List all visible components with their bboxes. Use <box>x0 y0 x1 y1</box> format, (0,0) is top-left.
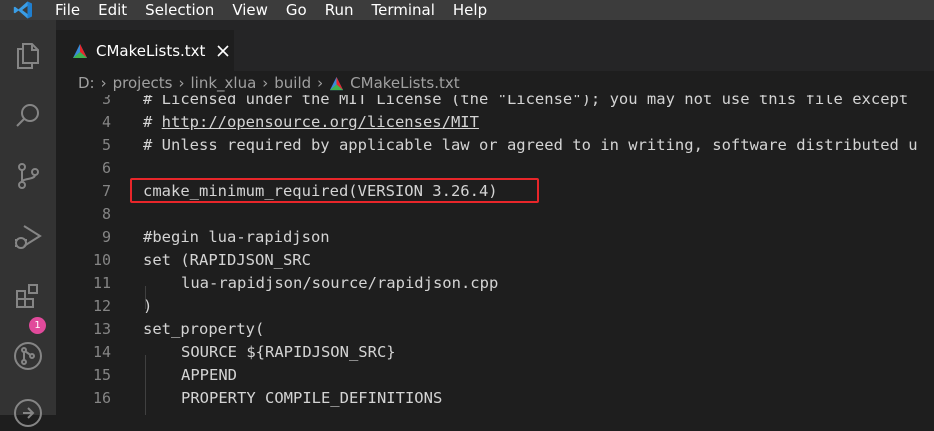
line-number: 11 <box>92 274 111 292</box>
code-line: 15 APPEND <box>56 364 934 387</box>
extensions-badge: 1 <box>29 317 46 334</box>
breadcrumb-projects[interactable]: projects <box>113 74 173 92</box>
code-line: 6 <box>56 157 934 180</box>
git-graph-icon[interactable] <box>10 338 46 374</box>
menu-run[interactable]: Run <box>316 0 363 20</box>
code-line: 10 set (RAPIDJSON_SRC <box>56 249 934 272</box>
breadcrumb-build[interactable]: build <box>274 74 311 92</box>
line-number: 15 <box>92 366 111 384</box>
chevron-right-icon: › <box>317 74 324 92</box>
chevron-right-icon: › <box>100 74 107 92</box>
menu-terminal[interactable]: Terminal <box>363 0 444 20</box>
line-number: 3 <box>101 95 111 108</box>
cmake-file-icon <box>72 43 88 59</box>
run-debug-icon[interactable] <box>10 218 46 254</box>
line-number: 7 <box>101 182 111 200</box>
activity-bar: 1 <box>0 20 56 427</box>
cmake-file-icon <box>329 76 344 91</box>
line-text: SOURCE ${RAPIDJSON_SRC} <box>181 343 396 361</box>
line-text: # Unless required by applicable law or a… <box>143 136 918 154</box>
code-line: 5 # Unless required by applicable law or… <box>56 134 934 157</box>
breadcrumb-drive[interactable]: D: <box>78 74 95 92</box>
line-number: 6 <box>101 159 111 177</box>
line-text: ) <box>143 297 153 315</box>
code-line: 3 # Licensed under the MIT License (the … <box>56 95 934 111</box>
menu-bar: File Edit Selection View Go Run Terminal… <box>0 0 934 20</box>
code-line: 11 lua-rapidjson/source/rapidjson.cpp <box>56 272 934 295</box>
code-line: 16 PROPERTY COMPILE_DEFINITIONS <box>56 387 934 410</box>
chevron-right-icon: › <box>262 74 269 92</box>
line-number: 12 <box>92 297 111 315</box>
line-number: 4 <box>101 113 111 131</box>
chevron-right-icon: › <box>178 74 185 92</box>
menu-go[interactable]: Go <box>277 0 316 20</box>
search-icon[interactable] <box>10 98 46 134</box>
menu-file[interactable]: File <box>46 0 89 20</box>
line-number: 13 <box>92 320 111 338</box>
line-text: set (RAPIDJSON_SRC <box>143 251 311 269</box>
line-text: lua-rapidjson/source/rapidjson.cpp <box>181 274 499 292</box>
tab-cmakelists[interactable]: CMakeLists.txt <box>56 30 234 71</box>
tab-label: CMakeLists.txt <box>96 41 206 60</box>
explorer-icon[interactable] <box>10 38 46 74</box>
line-text: # Licensed under the MIT License (the "L… <box>143 95 909 108</box>
extensions-icon[interactable] <box>10 278 46 314</box>
line-text: set_property( <box>143 320 265 338</box>
line-number: 16 <box>92 389 111 407</box>
close-icon[interactable] <box>217 44 230 57</box>
code-editor[interactable]: 3 # Licensed under the MIT License (the … <box>56 95 934 415</box>
breadcrumb: D: › projects › link_xlua › build › CMak… <box>56 71 934 95</box>
line-text: #begin lua-rapidjson <box>143 228 330 246</box>
menu-help[interactable]: Help <box>444 0 496 20</box>
vscode-logo-icon[interactable] <box>0 0 46 20</box>
line-number: 10 <box>92 251 111 269</box>
code-line: 13 set_property( <box>56 318 934 341</box>
breadcrumb-file[interactable]: CMakeLists.txt <box>350 74 459 92</box>
line-number: 5 <box>101 136 111 154</box>
source-control-icon[interactable] <box>10 158 46 194</box>
line-text: # http://opensource.org/licenses/MIT <box>143 111 479 134</box>
line-number: 8 <box>101 205 111 223</box>
highlight-box <box>130 178 539 203</box>
code-line: 4 # http://opensource.org/licenses/MIT <box>56 111 934 134</box>
line-number: 14 <box>92 343 111 361</box>
tab-bar: CMakeLists.txt <box>56 20 934 71</box>
line-text: APPEND <box>181 366 237 384</box>
code-line: 14 SOURCE ${RAPIDJSON_SRC} <box>56 341 934 364</box>
line-text: PROPERTY COMPILE_DEFINITIONS <box>181 389 443 407</box>
comment-prefix: # <box>143 113 162 131</box>
menu-view[interactable]: View <box>223 0 277 20</box>
code-line: 12 ) <box>56 295 934 318</box>
remote-icon[interactable] <box>10 395 46 431</box>
menu-selection[interactable]: Selection <box>136 0 223 20</box>
code-line: 9 #begin lua-rapidjson <box>56 226 934 249</box>
line-number: 9 <box>101 228 111 246</box>
menu-edit[interactable]: Edit <box>89 0 136 20</box>
breadcrumb-link-xlua[interactable]: link_xlua <box>191 74 257 92</box>
license-link[interactable]: http://opensource.org/licenses/MIT <box>162 113 479 131</box>
code-line: 8 <box>56 203 934 226</box>
